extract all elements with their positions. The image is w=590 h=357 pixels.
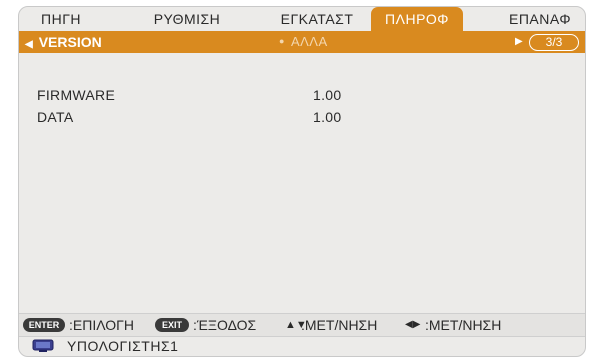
osd-menu: ΠΗΓΗ ΡΥΘΜΙΣΗ ΕΓΚΑΤΑΣΤ ΠΛΗΡΟΦ ΕΠΑΝΑΦ ◀ VER…: [18, 6, 586, 357]
help-exit-text: :ΈΞΟΔΟΣ: [193, 317, 257, 333]
enter-key-icon: ENTER: [23, 318, 65, 332]
info-value: 1.00: [313, 109, 342, 125]
leftright-arrows-icon: ◀▶: [405, 319, 421, 330]
exit-key-icon: EXIT: [155, 318, 189, 332]
subpage-bar: ◀ VERSION ● ΑΛΛΑ ▶ 3/3: [19, 31, 585, 53]
tab-reset[interactable]: ΕΠΑΝΑΦ: [499, 7, 581, 31]
menu-tabs: ΠΗΓΗ ΡΥΘΜΙΣΗ ΕΓΚΑΤΑΣΤ ΠΛΗΡΟΦ ΕΠΑΝΑΦ: [19, 7, 585, 31]
subpage-other[interactable]: ● ΑΛΛΑ: [279, 31, 328, 54]
info-content: FIRMWARE 1.00 DATA 1.00: [19, 53, 585, 301]
right-arrow-icon[interactable]: ▶: [515, 31, 523, 53]
tab-info[interactable]: ΠΛΗΡΟΦ: [371, 7, 463, 31]
input-source-bar: ΥΠΟΛΟΓΙΣΤΗΣ1: [19, 336, 585, 356]
page-indicator: 3/3: [529, 34, 579, 51]
subpage-other-label: ΑΛΛΑ: [290, 34, 328, 49]
info-label: DATA: [37, 109, 74, 125]
help-bar: ENTER :ΕΠΙΛΟΓΗ EXIT :ΈΞΟΔΟΣ ▲▼ :ΜΕΤ/ΝΗΣΗ…: [19, 313, 585, 337]
bullet-icon: ●: [279, 36, 285, 46]
help-leftright-text: :ΜΕΤ/ΝΗΣΗ: [425, 317, 502, 333]
source-name: ΥΠΟΛΟΓΙΣΤΗΣ1: [67, 338, 179, 354]
left-arrow-icon: ◀: [25, 39, 33, 50]
info-label: FIRMWARE: [37, 87, 116, 103]
help-enter-text: :ΕΠΙΛΟΓΗ: [69, 317, 134, 333]
tab-setup[interactable]: ΡΥΘΜΙΣΗ: [137, 7, 237, 31]
info-value: 1.00: [313, 87, 342, 103]
tab-install[interactable]: ΕΓΚΑΤΑΣΤ: [265, 7, 369, 31]
tab-source[interactable]: ΠΗΓΗ: [29, 7, 93, 31]
computer-monitor-icon: [32, 339, 54, 352]
help-updown-text: :ΜΕΤ/ΝΗΣΗ: [301, 317, 378, 333]
subpage-version-label: VERSION: [38, 34, 102, 50]
